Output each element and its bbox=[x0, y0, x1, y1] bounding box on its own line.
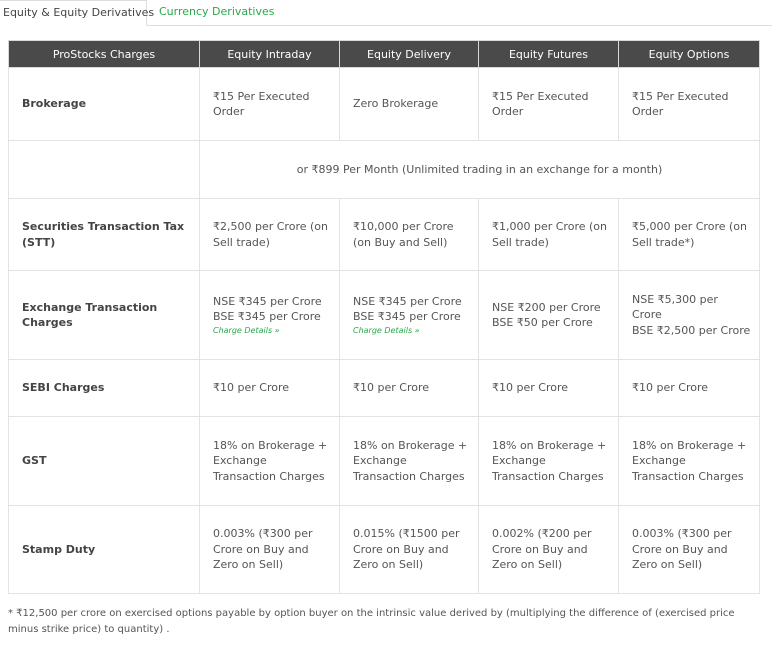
exchange-options: NSE ₹5,300 per Crore BSE ₹2,500 per Cror… bbox=[618, 270, 760, 360]
stt-delivery: ₹10,000 per Crore (on Buy and Sell) bbox=[339, 198, 479, 271]
row-monthly-plan: or ₹899 Per Month (Unlimited trading in … bbox=[8, 140, 760, 199]
tab-bar: Equity & Equity Derivatives Currency Der… bbox=[0, 0, 772, 26]
row-exchange-charges: Exchange Transaction Charges NSE ₹345 pe… bbox=[8, 270, 760, 360]
header-prostocks-charges: ProStocks Charges bbox=[8, 40, 200, 68]
row-stamp-duty: Stamp Duty 0.003% (₹300 per Crore on Buy… bbox=[8, 505, 760, 594]
tab-equity-derivatives[interactable]: Equity & Equity Derivatives bbox=[0, 0, 154, 26]
exchange-intraday-nse: NSE ₹345 per Crore bbox=[213, 294, 322, 308]
exchange-futures: NSE ₹200 per Crore BSE ₹50 per Crore bbox=[478, 270, 619, 360]
exchange-futures-nse: NSE ₹200 per Crore bbox=[492, 300, 601, 314]
exchange-intraday-bse: BSE ₹345 per Crore bbox=[213, 310, 321, 323]
header-equity-futures: Equity Futures bbox=[478, 40, 619, 68]
row-label-exchange: Exchange Transaction Charges bbox=[8, 270, 200, 360]
row-sebi: SEBI Charges ₹10 per Crore ₹10 per Crore… bbox=[8, 359, 760, 417]
exchange-options-nse: NSE ₹5,300 per Crore bbox=[632, 292, 718, 322]
row-label-sebi: SEBI Charges bbox=[8, 359, 200, 417]
tab-currency-derivatives[interactable]: Currency Derivatives bbox=[147, 0, 275, 25]
charges-table: ProStocks Charges Equity Intraday Equity… bbox=[8, 40, 760, 594]
header-equity-intraday: Equity Intraday bbox=[199, 40, 340, 68]
brokerage-delivery: Zero Brokerage bbox=[339, 67, 479, 141]
monthly-plan-note: or ₹899 Per Month (Unlimited trading in … bbox=[199, 140, 760, 199]
exchange-futures-bse: BSE ₹50 per Crore bbox=[492, 316, 593, 329]
header-equity-delivery: Equity Delivery bbox=[339, 40, 479, 68]
stt-intraday: ₹2,500 per Crore (on Sell trade) bbox=[199, 198, 340, 271]
row-stt: Securities Transaction Tax (STT) ₹2,500 … bbox=[8, 198, 760, 271]
row-label-empty bbox=[8, 140, 200, 199]
row-label-gst: GST bbox=[8, 416, 200, 506]
exchange-delivery-bse: BSE ₹345 per Crore bbox=[353, 310, 461, 323]
row-gst: GST 18% on Brokerage + Exchange Transact… bbox=[8, 416, 760, 506]
exchange-options-bse: BSE ₹2,500 per Crore bbox=[632, 323, 751, 337]
row-label-brokerage: Brokerage bbox=[8, 67, 200, 141]
stamp-options: 0.003% (₹300 per Crore on Buy and Zero o… bbox=[618, 505, 760, 594]
exchange-delivery: NSE ₹345 per Crore BSE ₹345 per Crore Ch… bbox=[339, 270, 479, 360]
sebi-intraday: ₹10 per Crore bbox=[199, 359, 340, 417]
stt-options: ₹5,000 per Crore (on Sell trade*) bbox=[618, 198, 760, 271]
charge-details-link-intraday[interactable]: Charge Details » bbox=[213, 325, 331, 337]
row-label-stamp: Stamp Duty bbox=[8, 505, 200, 594]
gst-delivery: 18% on Brokerage + Exchange Transaction … bbox=[339, 416, 479, 506]
brokerage-options: ₹15 Per Executed Order bbox=[618, 67, 760, 141]
header-equity-options: Equity Options bbox=[618, 40, 760, 68]
gst-intraday: 18% on Brokerage + Exchange Transaction … bbox=[199, 416, 340, 506]
row-brokerage: Brokerage ₹15 Per Executed Order Zero Br… bbox=[8, 67, 760, 141]
gst-futures: 18% on Brokerage + Exchange Transaction … bbox=[478, 416, 619, 506]
row-label-stt: Securities Transaction Tax (STT) bbox=[8, 198, 200, 271]
brokerage-intraday: ₹15 Per Executed Order bbox=[199, 67, 340, 141]
table-header-row: ProStocks Charges Equity Intraday Equity… bbox=[8, 40, 760, 68]
stt-futures: ₹1,000 per Crore (on Sell trade) bbox=[478, 198, 619, 271]
brokerage-futures: ₹15 Per Executed Order bbox=[478, 67, 619, 141]
gst-options: 18% on Brokerage + Exchange Transaction … bbox=[618, 416, 760, 506]
charge-details-link-delivery[interactable]: Charge Details » bbox=[353, 325, 470, 337]
sebi-options: ₹10 per Crore bbox=[618, 359, 760, 417]
exchange-intraday: NSE ₹345 per Crore BSE ₹345 per Crore Ch… bbox=[199, 270, 340, 360]
options-footnote: * ₹12,500 per crore on exercised options… bbox=[8, 608, 735, 635]
exchange-delivery-nse: NSE ₹345 per Crore bbox=[353, 294, 462, 308]
stamp-futures: 0.002% (₹200 per Crore on Buy and Zero o… bbox=[478, 505, 619, 594]
stamp-intraday: 0.003% (₹300 per Crore on Buy and Zero o… bbox=[199, 505, 340, 594]
stamp-delivery: 0.015% (₹1500 per Crore on Buy and Zero … bbox=[339, 505, 479, 594]
sebi-delivery: ₹10 per Crore bbox=[339, 359, 479, 417]
sebi-futures: ₹10 per Crore bbox=[478, 359, 619, 417]
